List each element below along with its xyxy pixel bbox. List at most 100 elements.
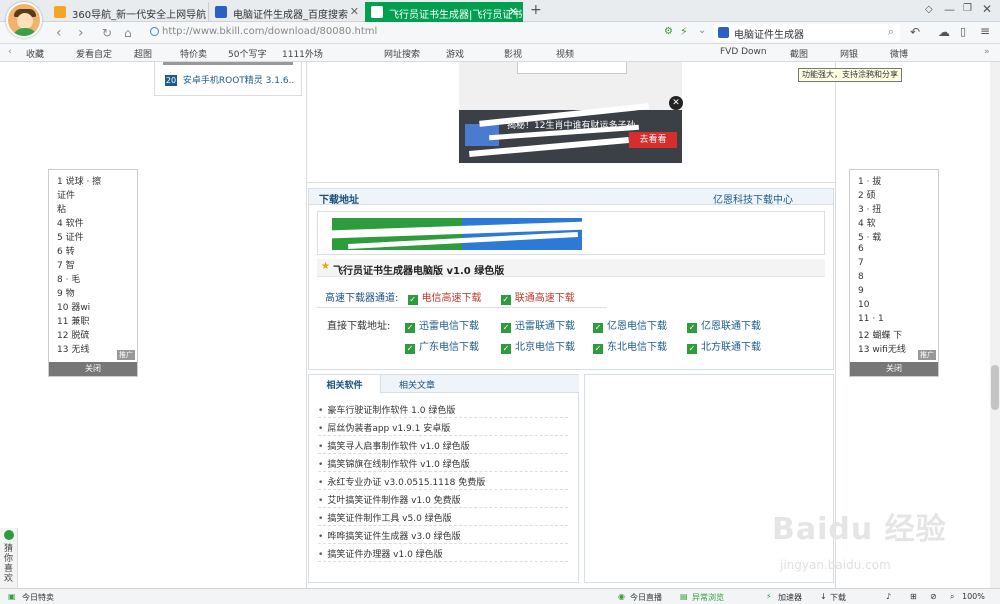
direct-link-1[interactable]: ✓ 迅雷电信下载 — [405, 317, 479, 333]
download-link[interactable]: 电信高速下载 — [422, 293, 482, 304]
high-speed-row: 高速下载器通道: ✓ 电信高速下载 ✓ 联通高速下载 — [325, 289, 575, 305]
ad-banner[interactable]: 揭秘！12生肖中谁有财运多子孙 去看看 ✕ — [459, 62, 683, 163]
web-page: 20 安卓手机ROOT精灵 3.1.6.. 揭秘！12生肖中谁有财运多子孙 去看… — [0, 62, 990, 588]
download-section: 下载地址 亿恩科技下载中心 ★ 飞行员证书生成器电脑版 v1.0 绿色版 高速下… — [308, 188, 834, 370]
scrollbar-thumb[interactable] — [991, 365, 999, 410]
download-link[interactable]: 下载 — [830, 592, 846, 603]
bookmark-item[interactable]: 特价卖 — [180, 47, 207, 60]
home-icon[interactable]: ⌂ — [124, 26, 132, 40]
skin-icon[interactable]: ◇ — [925, 4, 933, 15]
guess-you-like-widget[interactable]: 猜你喜欢 — [0, 528, 18, 588]
bookmark-more-icon[interactable]: » — [984, 47, 990, 57]
security-shield-icon[interactable]: ⚙ — [664, 26, 673, 37]
tab-360-nav[interactable]: 360导航_新一代安全上网导航 — [48, 2, 208, 22]
adblock-icon[interactable]: ⊘ — [930, 592, 937, 601]
vertical-scrollbar[interactable] — [990, 62, 1000, 588]
top-list-box: 20 安卓手机ROOT精灵 3.1.6.. — [154, 62, 302, 96]
bookmark-item[interactable]: 游戏 — [446, 47, 464, 60]
direct-link-2[interactable]: ✓ 迅雷联通下载 — [501, 317, 575, 333]
related-item[interactable]: 屌丝伪装者app v1.9.1 安卓版 — [318, 418, 568, 436]
today-sale-link[interactable]: 今日特卖 — [22, 592, 54, 603]
new-tab-icon[interactable]: + — [530, 2, 542, 18]
download-link[interactable]: 北方联通下载 — [701, 342, 761, 353]
bookmark-item[interactable]: 视频 — [556, 47, 574, 60]
related-item[interactable]: 搞笑锦旗在线制作软件 v1.0 绿色版 — [318, 454, 568, 472]
related-item[interactable]: 搞笑证件办理器 v1.0 绿色版 — [318, 544, 568, 562]
accelerator-icon: ⚡ — [766, 592, 772, 601]
download-link[interactable]: 亿恩电信下载 — [607, 321, 667, 332]
bookmark-item[interactable]: 收藏 — [26, 47, 44, 60]
ad-cta-button[interactable]: 去看看 — [629, 132, 677, 148]
related-item[interactable]: 哗哗搞笑证件生成器 v3.0 绿色版 — [318, 526, 568, 544]
bookmark-item[interactable]: 微博 — [890, 47, 908, 60]
sound-icon[interactable]: ♪ — [886, 592, 891, 601]
download-link[interactable]: 迅雷联通下载 — [515, 321, 575, 332]
close-tab-icon[interactable]: ✕ — [350, 5, 359, 18]
reading-icon[interactable]: ▯ — [960, 25, 966, 38]
bookmark-item[interactable]: 爱看自定 — [76, 47, 112, 60]
restore-icon[interactable]: ❐ — [963, 3, 972, 14]
close-ad-button[interactable]: 关闭 — [49, 362, 137, 376]
watermark-url: jingyan.baidu.com — [780, 558, 891, 572]
direct-link-8[interactable]: ✓ 北方联通下载 — [687, 338, 761, 354]
close-tab-icon[interactable]: ✕ — [509, 5, 518, 18]
tab-active-download[interactable]: 飞行员证书生成器|飞行员证书生 ✕ — [365, 2, 523, 22]
undo-icon[interactable]: ↶ — [910, 25, 920, 39]
related-item[interactable]: 豪车行驶证制作软件 1.0 绿色版 — [318, 400, 568, 418]
download-link[interactable]: 迅雷电信下载 — [419, 321, 479, 332]
list-item[interactable]: 20 安卓手机ROOT精灵 3.1.6.. — [165, 73, 294, 86]
download-link[interactable]: 广东电信下载 — [419, 342, 479, 353]
tab-baidu-search[interactable]: 电脑证件生成器_百度搜索 ✕ — [208, 2, 364, 22]
direct-link-7[interactable]: ✓ 东北电信下载 — [593, 338, 667, 354]
direct-link-3[interactable]: ✓ 亿恩电信下载 — [593, 317, 667, 333]
cloud-icon[interactable]: ☁ — [938, 25, 950, 39]
section-right-link[interactable]: 亿恩科技下载中心 — [713, 191, 793, 206]
bookmark-item[interactable]: 网银 — [840, 47, 858, 60]
bookmark-item[interactable]: 影视 — [504, 47, 522, 60]
zoom-fit-icon[interactable]: ⊞ — [910, 592, 917, 601]
bookmark-item[interactable]: 截图 — [790, 47, 808, 60]
tab-related-software[interactable]: 相关软件 — [309, 375, 381, 394]
bookmark-item[interactable]: FVD Down — [720, 47, 767, 57]
menu-icon[interactable]: ≡ — [980, 24, 990, 38]
related-item[interactable]: 永红专业办证 v3.0.0515.1118 免费版 — [318, 472, 568, 490]
related-item[interactable]: 艾叶搞笑证件制作器 v1.0 免费版 — [318, 490, 568, 508]
refresh-icon[interactable]: ↻ — [102, 26, 112, 40]
download-link[interactable]: 北京电信下载 — [515, 342, 575, 353]
bookmark-item[interactable]: 超图 — [134, 47, 152, 60]
bookmark-item[interactable]: 50个写字 — [228, 47, 266, 60]
download-link[interactable]: 联通高速下载 — [515, 293, 575, 304]
back-icon[interactable]: ‹ — [56, 25, 62, 41]
live-link[interactable]: 今日直播 — [630, 592, 662, 603]
download-link[interactable]: 东北电信下载 — [607, 342, 667, 353]
tab-related-articles[interactable]: 相关文章 — [399, 378, 435, 391]
user-avatar[interactable] — [6, 2, 42, 38]
ad-close-icon[interactable]: ✕ — [669, 96, 683, 110]
download-link[interactable]: 亿恩联通下载 — [701, 321, 761, 332]
url-dropdown-icon[interactable]: ⌄ — [698, 25, 706, 36]
accelerator-link[interactable]: 加速器 — [778, 592, 802, 603]
url-input[interactable]: http://www.bkill.com/download/80080.html — [148, 24, 688, 41]
browse-icon: ▤ — [680, 592, 688, 601]
search-icon[interactable]: ⌕ — [888, 25, 894, 39]
direct-link-5[interactable]: ✓ 广东电信下载 — [405, 338, 479, 354]
bookmark-arrow-icon[interactable]: ‹ — [8, 47, 12, 57]
zoom-level[interactable]: 100% — [962, 592, 985, 601]
bookmark-item[interactable]: 网址搜索 — [384, 47, 420, 60]
speed-mode-icon[interactable]: ⚡ — [680, 25, 688, 38]
related-item[interactable]: 搞笑寻人启事制作软件 v1.0 绿色版 — [318, 436, 568, 454]
bookmark-item[interactable]: 1111外场 — [282, 47, 323, 60]
direct-link-6[interactable]: ✓ 北京电信下载 — [501, 338, 575, 354]
close-ad-button[interactable]: 关闭 — [850, 362, 938, 376]
related-item[interactable]: 搞笑证件制作工具 v5.0 绿色版 — [318, 508, 568, 526]
baidu-search-engine-icon[interactable] — [718, 27, 729, 38]
direct-link-4[interactable]: ✓ 亿恩联通下载 — [687, 317, 761, 333]
minimize-icon[interactable]: — — [944, 3, 955, 16]
browse-mode-link[interactable]: 异常浏览 — [692, 592, 724, 603]
address-toolbar: ‹ › ↻ ⌂ http://www.bkill.com/download/80… — [0, 22, 1000, 44]
search-text: 电脑证件生成器 — [734, 30, 804, 41]
forward-icon[interactable]: › — [78, 25, 84, 41]
close-window-icon[interactable]: ✕ — [982, 2, 992, 16]
direct-download-label: 直接下载地址: — [327, 321, 391, 332]
search-input[interactable]: 电脑证件生成器 ⌕ — [714, 24, 900, 41]
